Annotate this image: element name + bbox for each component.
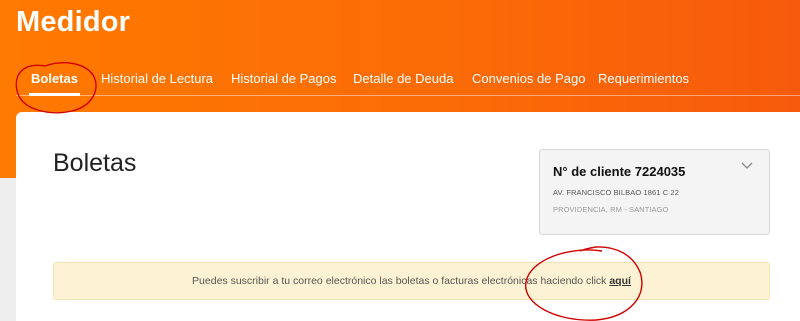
content-panel: Boletas N° de cliente 7224035 AV. FRANCI…: [16, 112, 800, 321]
tab-boletas[interactable]: Boletas: [29, 64, 80, 96]
client-selector-card[interactable]: N° de cliente 7224035 AV. FRANCISCO BILB…: [539, 149, 770, 235]
subscription-notice: Puedes suscribir a tu correo electrónico…: [53, 262, 770, 300]
notice-text: Puedes suscribir a tu correo electrónico…: [192, 275, 610, 287]
client-commune: PROVIDENCIA, RM - SANTIAGO: [553, 205, 669, 214]
page-title: Boletas: [53, 149, 137, 177]
client-number: N° de cliente 7224035: [553, 164, 686, 179]
subscribe-link[interactable]: aquí: [609, 275, 631, 287]
tab-requerimientos[interactable]: Requerimientos: [598, 64, 689, 96]
tab-detalle-deuda[interactable]: Detalle de Deuda: [353, 64, 453, 96]
tab-bar: Boletas Historial de Lectura Historial d…: [0, 64, 800, 96]
tab-historial-lectura[interactable]: Historial de Lectura: [101, 64, 213, 96]
tabs-divider: [16, 95, 800, 96]
chevron-down-icon[interactable]: [739, 160, 755, 172]
client-address: AV. FRANCISCO BILBAO 1861 C 22: [553, 188, 679, 197]
tab-convenios-pago[interactable]: Convenios de Pago: [472, 64, 585, 96]
tab-historial-pagos[interactable]: Historial de Pagos: [231, 64, 337, 96]
app-title: Medidor: [16, 6, 131, 38]
